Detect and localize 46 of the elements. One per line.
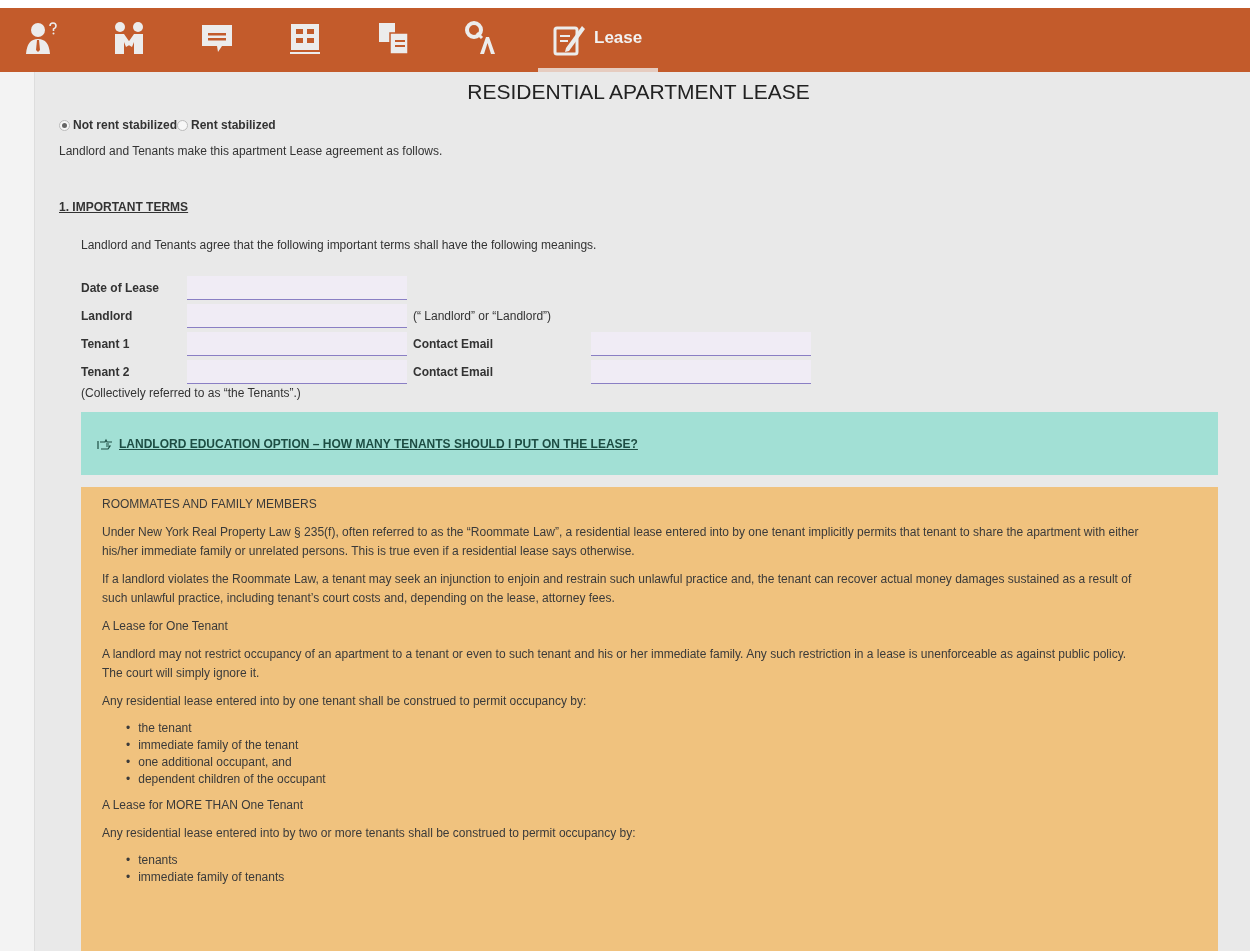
list-item: dependent children of the occupant — [138, 771, 326, 788]
list-item: immediate family of tenants — [138, 869, 285, 886]
handshake-icon — [112, 20, 146, 56]
document-title: RESIDENTIAL APARTMENT LEASE — [466, 80, 811, 104]
field-label: Contact Email — [412, 365, 494, 379]
radio-button[interactable] — [59, 119, 70, 131]
list-item: immediate family of the tenant — [138, 737, 299, 754]
section-text: Landlord and Tenants agree that the following important terms shall have the following meanings. — [81, 238, 598, 252]
bullet: • — [126, 737, 131, 754]
radio-button[interactable] — [177, 119, 188, 131]
advisor-icon — [24, 20, 58, 56]
info-subheading: ROOMMATES AND FAMILY MEMBERS — [102, 496, 318, 513]
bullet: • — [126, 754, 131, 771]
pointing-hand-icon — [97, 437, 113, 450]
field-label: Tenant 2 — [81, 365, 131, 379]
input-field[interactable] — [187, 276, 407, 300]
field-label: Date of Lease — [81, 281, 161, 295]
field-label: Tenant 1 — [81, 337, 131, 351]
bullet: • — [126, 771, 131, 788]
field-note: (“ Landlord” or “Landlord”) — [412, 309, 553, 323]
input-field[interactable] — [187, 304, 407, 328]
footnote-text: (Collectively referred to as “the Tenants”.) — [81, 386, 302, 400]
input-field[interactable] — [187, 332, 407, 356]
field-label: Landlord — [81, 309, 134, 323]
bullet: • — [126, 720, 131, 737]
info-paragraph: If a landlord violates the Roommate Law, a tenant may seek an injunction to enjoin and restrain such unlawful practice and, the tenant can recover actual money damages sustained as a result of such unlawful practice, including tenant’s court costs and, depending on the lease, attorney fees. — [102, 571, 1133, 607]
list-item: the tenant — [138, 720, 192, 737]
field-label: Contact Email — [412, 337, 494, 351]
bullet: • — [126, 852, 131, 869]
list-item: one additional occupant, and — [138, 754, 292, 771]
input-field[interactable] — [591, 332, 811, 356]
input-field[interactable] — [591, 360, 811, 384]
info-paragraph: Any residential lease entered into by one tenant shall be construed to permit occupancy by: — [102, 693, 588, 710]
input-field[interactable] — [187, 360, 407, 384]
list-item: tenants — [138, 852, 178, 869]
section-heading: 1. IMPORTANT TERMS — [59, 200, 190, 214]
education-link[interactable]: LANDLORD EDUCATION OPTION – HOW MANY TENANTS SHOULD I PUT ON THE LEASE? — [119, 436, 638, 451]
info-subheading: A Lease for One Tenant — [102, 618, 229, 635]
info-subheading: A Lease for MORE THAN One Tenant — [102, 797, 304, 814]
info-paragraph: Under New York Real Property Law § 235(f), often referred to as the “Roommate Law”, a residential lease entered into by one tenant implicitly permits that tenant to share the apartment with either his/her immediate family or unrelated persons. This is true even if a residential lease says otherwise. — [102, 524, 1140, 560]
question-answer-icon — [464, 20, 498, 56]
documents-icon — [376, 20, 410, 56]
info-paragraph: Any residential lease entered into by two or more tenants shall be construed to permit occupancy by: — [102, 825, 637, 842]
info-paragraph: A landlord may not restrict occupancy of an apartment to a tenant or even to such tenant and his or her immediate family. Any such restriction in a lease is unenforceable as against public policy. The court will simply ignore it. — [102, 646, 1128, 682]
bullet: • — [126, 869, 131, 886]
intro-text: Landlord and Tenants make this apartment Lease agreement as follows. — [59, 144, 444, 158]
